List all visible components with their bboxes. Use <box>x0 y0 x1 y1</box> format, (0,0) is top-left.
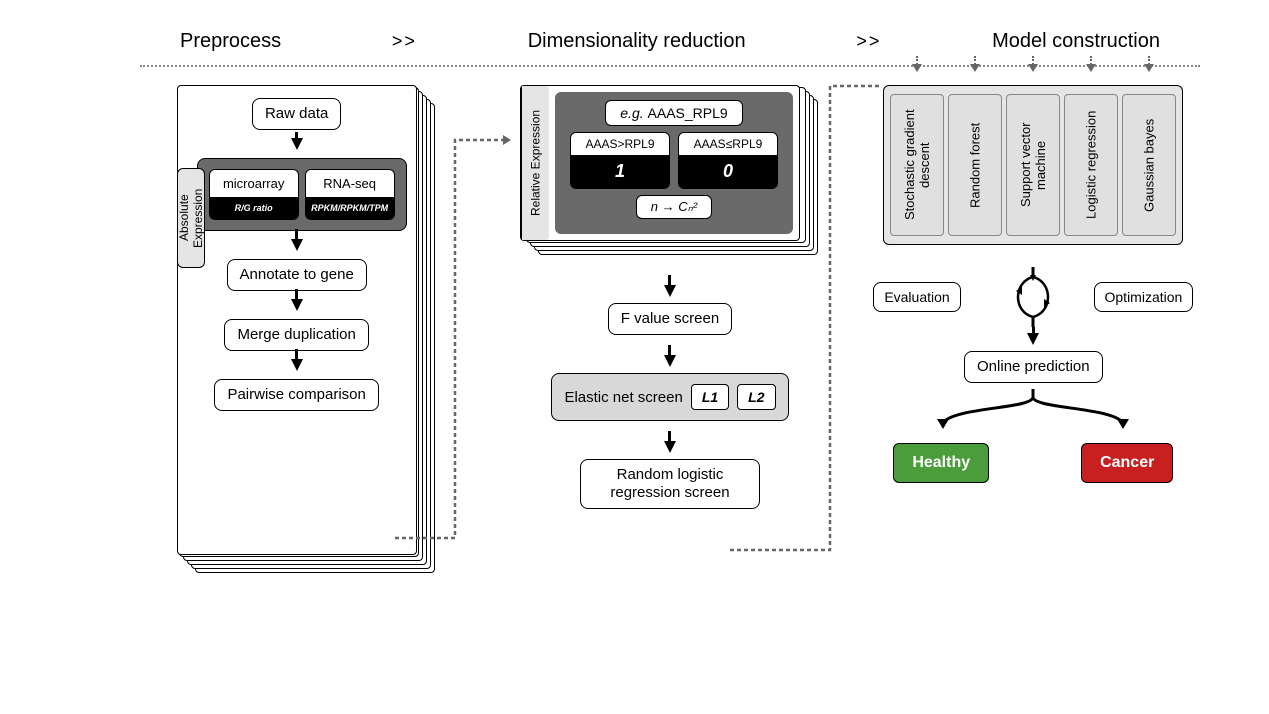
model-lr: Logistic regression <box>1064 94 1118 236</box>
branch-arrows-icon <box>893 389 1173 429</box>
pair-gt-box: AAAS>RPL9 1 <box>570 132 670 189</box>
relative-expression-label: Relative Expression <box>521 86 549 240</box>
connector-1-2 <box>395 520 515 580</box>
model-rf: Random forest <box>948 94 1002 236</box>
chevron-icon: >> <box>856 31 881 52</box>
optimization-box: Optimization <box>1094 282 1194 312</box>
arrow-down-icon <box>291 359 303 371</box>
online-prediction-box: Online prediction <box>964 351 1103 383</box>
outcome-row: Healthy Cancer <box>893 443 1173 483</box>
col-preprocess: Raw data Absolute Expression microarray … <box>140 85 473 575</box>
arrow-down-icon <box>664 285 676 297</box>
stage-dimred: Dimensionality reduction <box>528 30 746 53</box>
microarray-label: microarray <box>210 170 298 197</box>
stage-preprocess: Preprocess <box>180 30 281 53</box>
diagram-canvas: Preprocess >> Dimensionality reduction >… <box>140 30 1200 680</box>
rnaseq-box: RNA-seq RPKM/RPKM/TPM <box>305 169 395 220</box>
stage-header: Preprocess >> Dimensionality reduction >… <box>140 30 1200 53</box>
stage-model: Model construction <box>992 30 1160 53</box>
rnaseq-sub: RPKM/RPKM/TPM <box>306 197 394 219</box>
chevron-icon: >> <box>392 31 417 52</box>
evaluation-loop: Evaluation Optimization <box>883 267 1183 327</box>
microarray-sub: R/G ratio <box>210 197 298 219</box>
pairwise-box: Pairwise comparison <box>214 379 378 411</box>
arrow-down-icon <box>1027 333 1039 345</box>
preprocess-stack: Raw data Absolute Expression microarray … <box>177 85 437 575</box>
loop-arrows-icon <box>1003 267 1063 327</box>
model-gb: Gaussian bayes <box>1122 94 1176 236</box>
arrow-down-icon <box>291 239 303 251</box>
merge-box: Merge duplication <box>224 319 368 351</box>
microarray-box: microarray R/G ratio <box>209 169 299 220</box>
l1-tag: L1 <box>691 384 729 410</box>
connector-2-3 <box>730 110 910 570</box>
absolute-expression-panel: Absolute Expression microarray R/G ratio… <box>187 158 407 231</box>
arrow-down-icon <box>291 299 303 311</box>
absolute-expression-label: Absolute Expression <box>177 168 205 268</box>
arrow-down-icon <box>664 355 676 367</box>
combination-box: n → Cₙ² <box>636 195 712 219</box>
cancer-outcome: Cancer <box>1081 443 1173 483</box>
fvalue-box: F value screen <box>608 303 732 335</box>
col-model: Stochastic gradient descent Random fores… <box>867 85 1200 575</box>
rnaseq-label: RNA-seq <box>306 170 394 197</box>
pair-gt-value: 1 <box>571 155 669 188</box>
example-pair-box: e.g. AAAS_RPL9 <box>605 100 742 126</box>
arrow-down-icon <box>291 138 303 150</box>
annotate-box: Annotate to gene <box>227 259 367 291</box>
elastic-label: Elastic net screen <box>564 389 682 406</box>
columns: Raw data Absolute Expression microarray … <box>140 85 1200 575</box>
raw-data-box: Raw data <box>252 98 341 130</box>
pair-gt-condition: AAAS>RPL9 <box>571 133 669 155</box>
model-svm: Support vector machine <box>1006 94 1060 236</box>
models-panel: Stochastic gradient descent Random fores… <box>883 85 1183 245</box>
dotted-input-arrows <box>884 64 1182 86</box>
arrow-down-icon <box>664 441 676 453</box>
